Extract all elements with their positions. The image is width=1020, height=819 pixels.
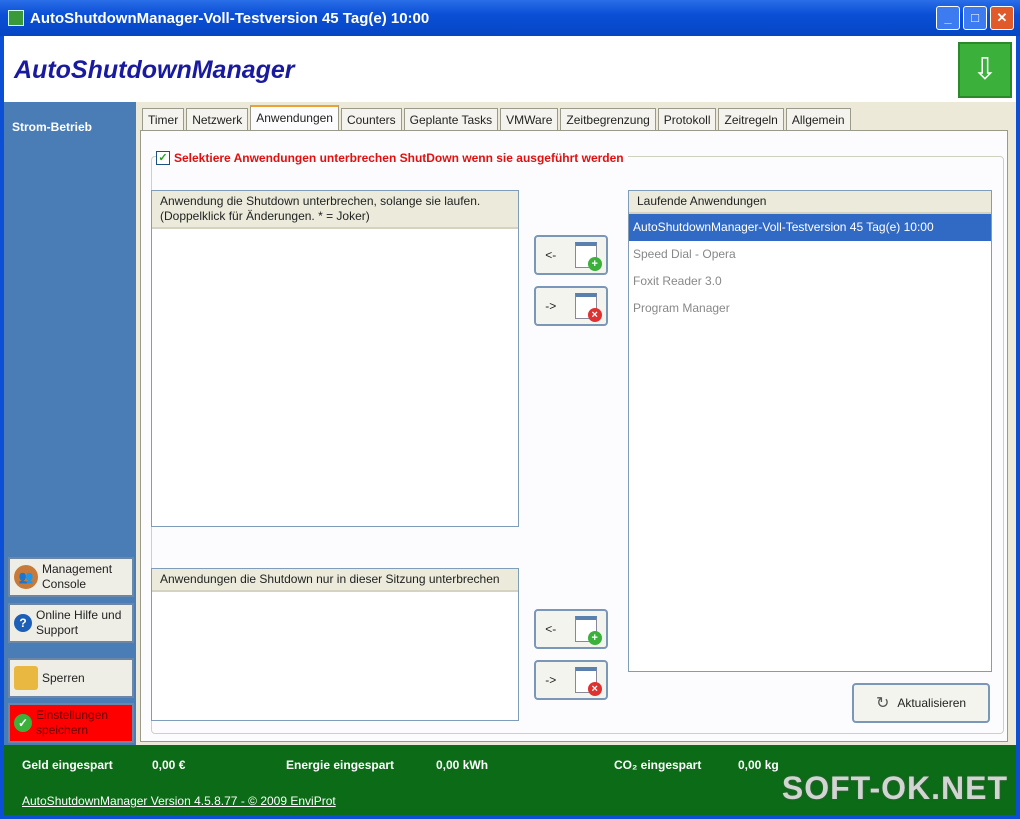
list-header[interactable]: Anwendungen die Shutdown nur in dieser S… <box>152 569 518 592</box>
tab-allgemein[interactable]: Allgemein <box>785 108 851 132</box>
close-button[interactable]: ✕ <box>990 6 1014 30</box>
list-item[interactable]: AutoShutdownManager-Voll-Testversion 45 … <box>629 214 991 241</box>
maximize-button[interactable]: □ <box>963 6 987 30</box>
money-value: 0,00 € <box>152 758 186 772</box>
tab-protokoll[interactable]: Protokoll <box>657 108 717 132</box>
running-apps-list[interactable]: Laufende Anwendungen AutoShutdownManager… <box>628 190 992 672</box>
remove-app-icon: × <box>574 667 602 696</box>
tab-zeitbegrenzung[interactable]: Zeitbegrenzung <box>560 108 656 132</box>
tab-anwendungen[interactable]: Anwendungen <box>250 105 339 133</box>
lock-button[interactable]: Sperren <box>8 658 134 698</box>
window-title: AutoShutdownManager-Voll-Testversion 45 … <box>30 9 430 27</box>
co2-value: 0,00 kg <box>738 758 779 772</box>
co2-label: CO₂ eingespart <box>614 758 702 772</box>
energy-label: Energie eingespart <box>286 758 395 772</box>
tab-netzwerk[interactable]: Netzwerk <box>186 108 249 132</box>
refresh-button[interactable]: ↻ Aktualisieren <box>852 683 990 723</box>
list-header[interactable]: Laufende Anwendungen <box>629 191 991 214</box>
help-button[interactable]: ? Online Hilfe und Support <box>8 603 134 643</box>
button-label: Aktualisieren <box>897 696 967 710</box>
checkbox-check-icon[interactable]: ✓ <box>156 151 170 165</box>
tab-vmware[interactable]: VMWare <box>500 108 559 132</box>
add-app-icon: + <box>574 242 602 271</box>
checkbox-label: Selektiere Anwendungen unterbrechen Shut… <box>174 151 624 165</box>
list-item[interactable]: Speed Dial - Opera <box>629 241 991 268</box>
watermark: SOFT-OK.NET <box>781 770 1008 806</box>
list-header[interactable]: Anwendung die Shutdown unterbrechen, sol… <box>152 191 518 229</box>
save-settings-button[interactable]: ✓ Einstellungen speichern <box>8 703 134 743</box>
tab-zeitregeln[interactable]: Zeitregeln <box>718 108 784 132</box>
remove-app-icon: × <box>574 293 602 322</box>
refresh-icon: ↻ <box>875 695 890 712</box>
add-button[interactable]: <- + <box>534 235 608 275</box>
sidebar-title: Strom-Betrieb <box>12 120 93 134</box>
sidebar: Strom-Betrieb 👥 Management Console ? Onlin… <box>4 102 136 745</box>
tab-counters[interactable]: Counters <box>340 108 402 132</box>
session-remove-button[interactable]: -> × <box>534 660 608 700</box>
minimize-button[interactable]: _ <box>936 6 960 30</box>
interrupt-apps-list[interactable]: Anwendung die Shutdown unterbrechen, sol… <box>151 190 519 527</box>
button-label: -> <box>545 673 557 687</box>
button-label: -> <box>545 299 557 313</box>
interrupt-checkbox[interactable]: ✓ Selektiere Anwendungen unterbrechen Sh… <box>156 151 628 165</box>
list-item[interactable]: Foxit Reader 3.0 <box>629 268 991 295</box>
button-label: Sperren <box>42 670 85 685</box>
session-add-button[interactable]: <- + <box>534 609 608 649</box>
help-icon: ? <box>14 614 32 632</box>
button-label: <- <box>545 622 557 636</box>
button-label: Online Hilfe und Support <box>36 608 122 637</box>
tab-geplante-tasks[interactable]: Geplante Tasks <box>403 108 499 132</box>
button-label: <- <box>545 248 557 262</box>
session-apps-list[interactable]: Anwendungen die Shutdown nur in dieser S… <box>151 568 519 721</box>
tab-bar: Timer Netzwerk Anwendungen Counters Gepl… <box>142 105 851 133</box>
management-console-button[interactable]: 👥 Management Console <box>8 557 134 597</box>
list-item[interactable]: Program Manager <box>629 295 991 322</box>
button-label: Management Console <box>42 562 113 591</box>
main-area: Timer Netzwerk Anwendungen Counters Gepl… <box>136 102 1016 745</box>
users-icon: 👥 <box>14 565 38 589</box>
version-link[interactable]: AutoShutdownManager Version 4.5.8.77 - ©… <box>22 794 336 808</box>
brand-title: AutoShutdownManager <box>14 56 295 84</box>
remove-button[interactable]: -> × <box>534 286 608 326</box>
lock-icon <box>14 666 38 690</box>
add-app-icon: + <box>574 616 602 645</box>
button-label: Einstellungen speichern <box>36 708 109 737</box>
energy-value: 0,00 kWh <box>436 758 489 772</box>
app-icon <box>8 10 24 26</box>
tab-panel: ✓ Selektiere Anwendungen unterbrechen Sh… <box>140 130 1008 742</box>
tab-timer[interactable]: Timer <box>142 108 185 132</box>
money-label: Geld eingespart <box>22 758 113 772</box>
app-header: AutoShutdownManager ⇩ <box>4 36 1016 102</box>
check-icon: ✓ <box>14 714 32 732</box>
title-bar: AutoShutdownManager-Voll-Testversion 45 … <box>0 0 1020 36</box>
app-logo-icon: ⇩ <box>958 42 1012 98</box>
